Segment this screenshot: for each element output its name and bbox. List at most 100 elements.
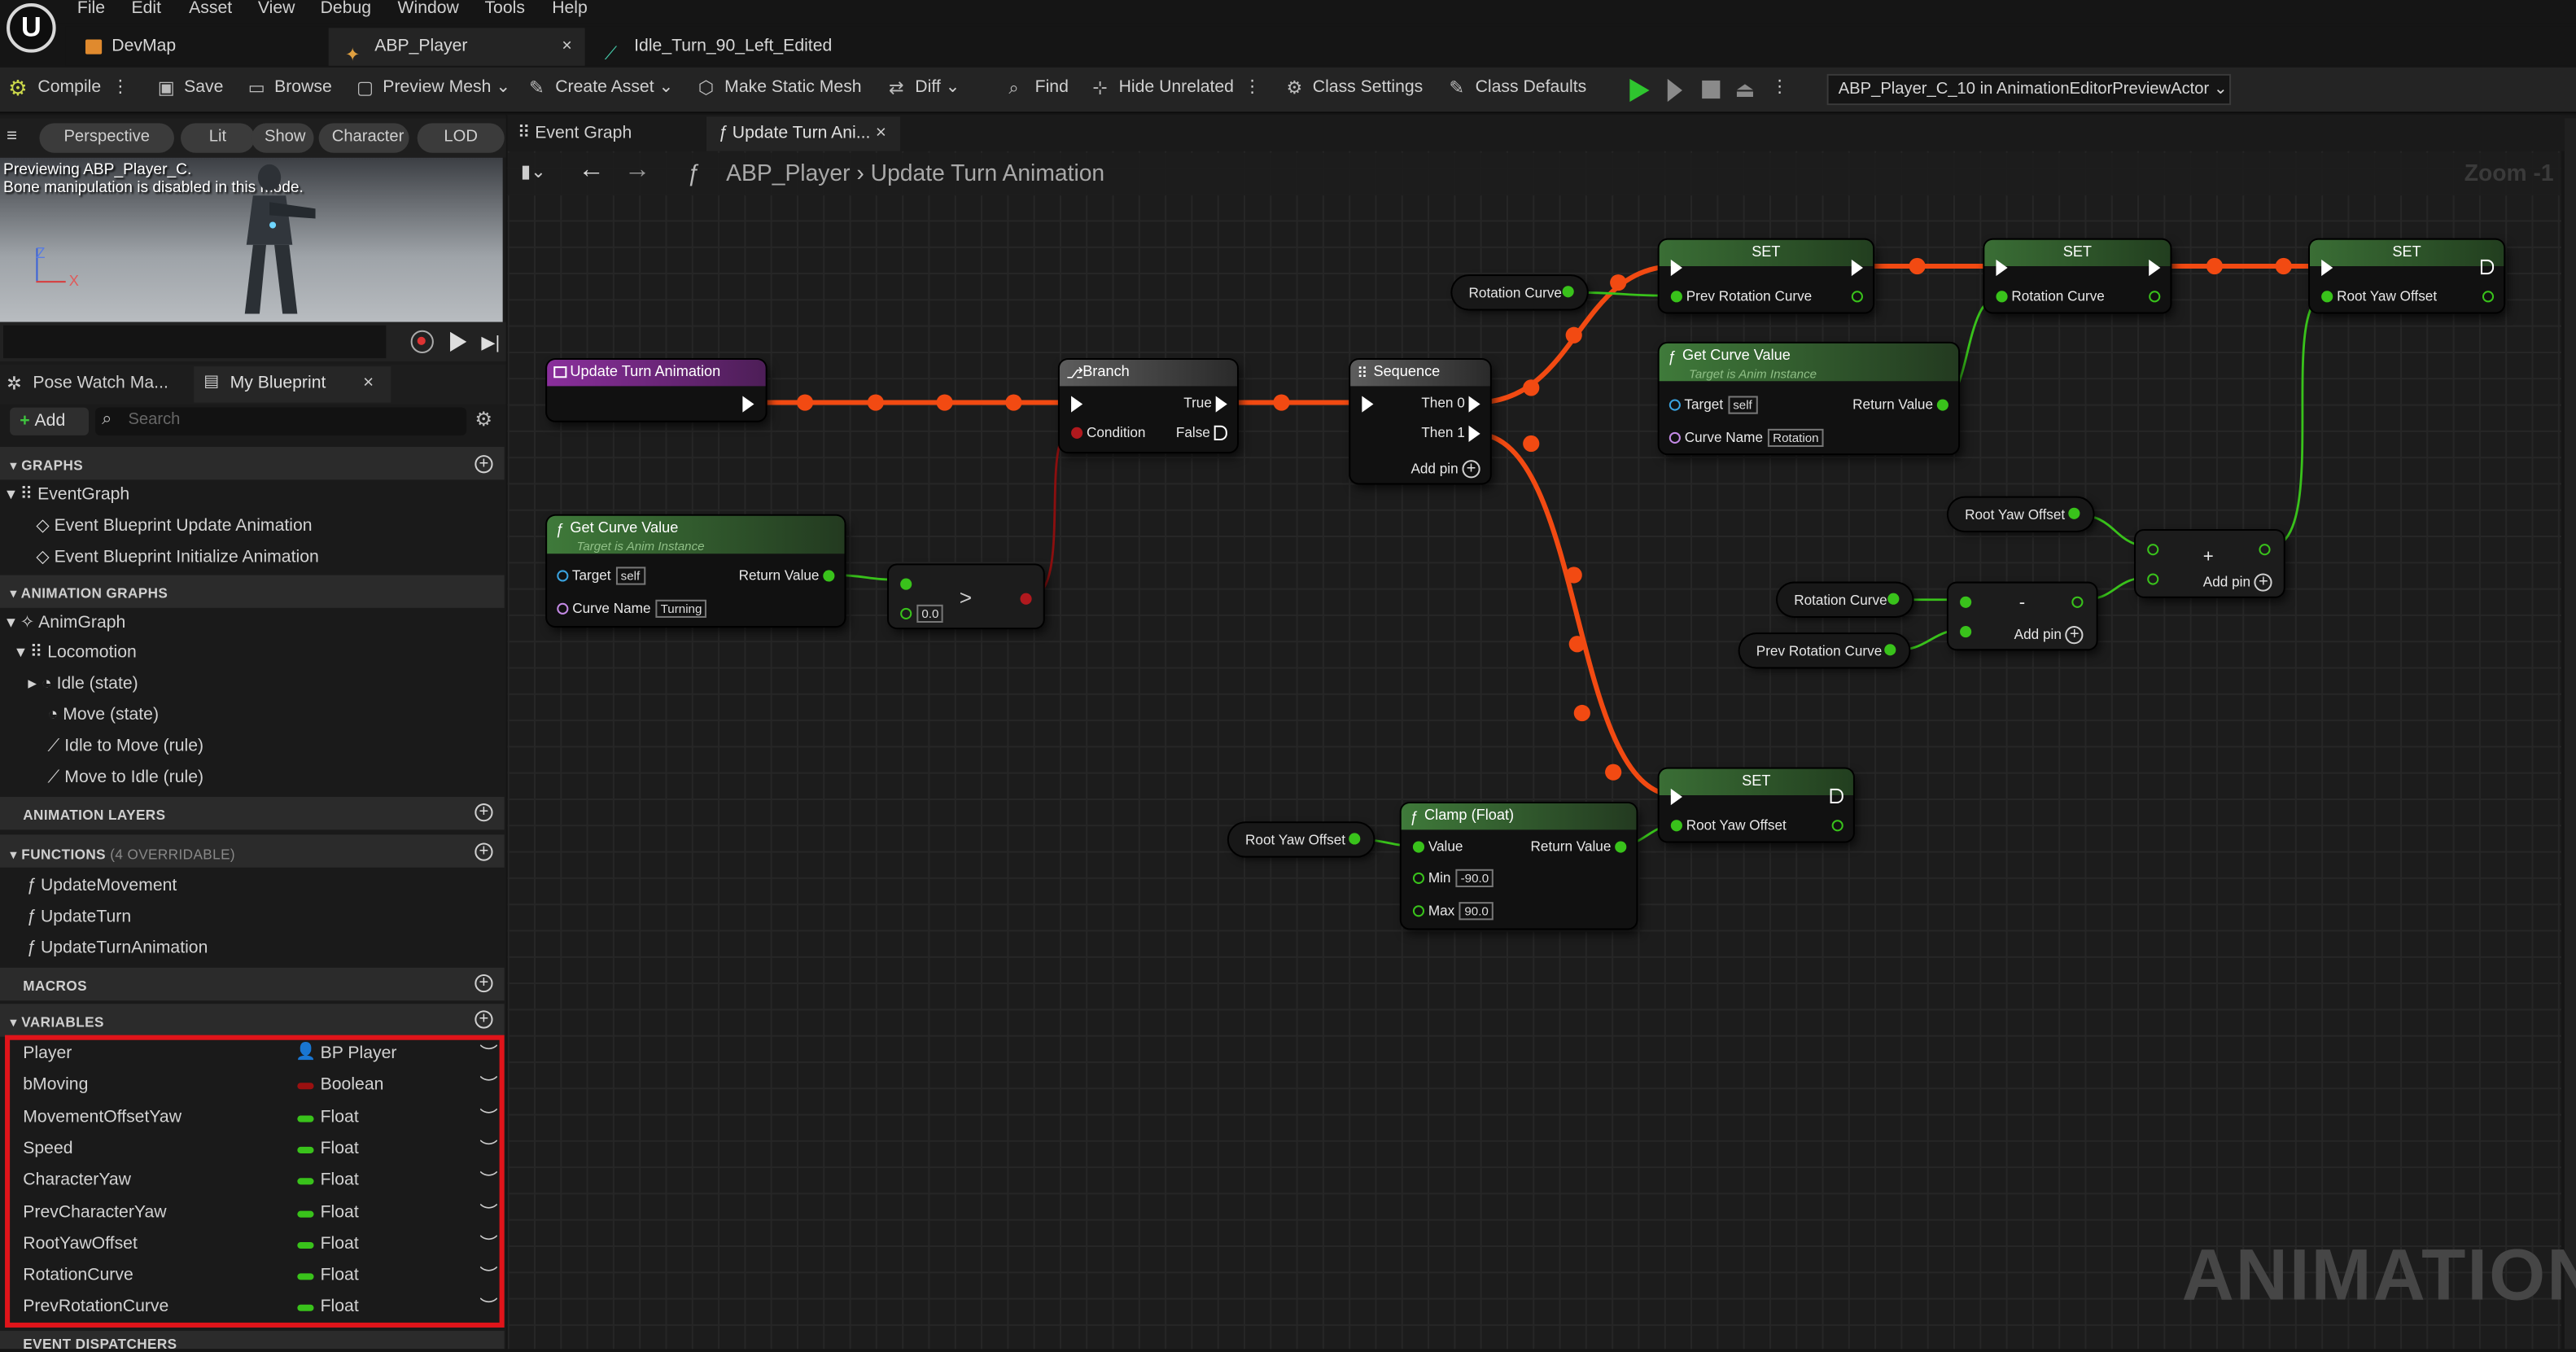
compare-out-pin[interactable] bbox=[1020, 590, 1032, 606]
sequence-icon: ⠿ bbox=[1357, 365, 1368, 382]
set-exec-out-pin[interactable] bbox=[2149, 258, 2161, 276]
node-subtract[interactable]: - Add pin + bbox=[1948, 583, 2097, 650]
clamp-value-label: Value bbox=[1428, 838, 1463, 855]
return-value-pin[interactable]: Return Value bbox=[739, 567, 835, 584]
set-out-pin[interactable] bbox=[2482, 287, 2495, 304]
clamp-min-field[interactable]: -90.0 bbox=[1455, 869, 1494, 887]
clamp-min-pin[interactable]: Min -90.0 bbox=[1412, 869, 1494, 887]
add-b-pin[interactable] bbox=[2147, 570, 2159, 586]
sequence-add-pin-button[interactable]: Add pin + bbox=[1410, 460, 1480, 479]
set-exec-in-pin[interactable] bbox=[1670, 258, 1682, 276]
node-set-root-yaw-offset[interactable]: SET Root Yaw Offset bbox=[2310, 239, 2504, 313]
set-value-pin[interactable]: Root Yaw Offset bbox=[2321, 287, 2437, 304]
entry-exec-out-pin[interactable] bbox=[742, 394, 754, 413]
compare-a-pin[interactable] bbox=[900, 575, 912, 591]
getter-prev-rotation-curve[interactable]: Prev Rotation Curve bbox=[1739, 634, 1909, 667]
clamp-max-field[interactable]: 90.0 bbox=[1459, 902, 1494, 921]
set-var-label: Root Yaw Offset bbox=[2337, 287, 2438, 304]
target-pin[interactable]: Target self bbox=[557, 567, 645, 585]
compare-b-pin[interactable]: 0.0 bbox=[900, 604, 944, 623]
branch-exec-in-pin[interactable] bbox=[1071, 394, 1083, 413]
getter-label: Root Yaw Offset bbox=[1245, 831, 1346, 848]
add-pin-label: Add pin bbox=[2202, 573, 2251, 590]
node-add[interactable]: + Add pin + bbox=[2136, 530, 2284, 597]
get-curve-header: ƒ Get Curve Value Target is Anim Instance bbox=[1659, 343, 1959, 382]
branch-false-pin[interactable]: False bbox=[1176, 424, 1227, 441]
curve-name-pin[interactable]: Curve Name Rotation bbox=[1668, 428, 1824, 448]
set-exec-in-pin[interactable] bbox=[2321, 258, 2333, 276]
set-exec-out-pin[interactable] bbox=[2480, 258, 2495, 275]
clamp-max-label: Max bbox=[1428, 902, 1455, 919]
subtract-add-pin-button[interactable]: Add pin + bbox=[2014, 626, 2084, 645]
sequence-then0-pin[interactable]: Then 0 bbox=[1421, 394, 1480, 413]
branch-condition-label: Condition bbox=[1086, 423, 1146, 440]
add-pin-label: Add pin bbox=[1410, 460, 1459, 477]
curve-name-label: Curve Name bbox=[1684, 428, 1764, 446]
subtract-a-pin[interactable] bbox=[1960, 593, 1972, 610]
set-out-pin[interactable] bbox=[2149, 287, 2161, 304]
branch-header: ⎇ Branch bbox=[1059, 360, 1237, 387]
add-pin-label: Add pin bbox=[2014, 626, 2062, 643]
target-self-field[interactable]: self bbox=[615, 567, 645, 585]
return-value-label: Return Value bbox=[1530, 838, 1612, 855]
set-exec-out-pin[interactable] bbox=[1851, 258, 1863, 276]
branch-true-label: True bbox=[1183, 394, 1212, 411]
branch-true-pin[interactable]: True bbox=[1183, 394, 1227, 413]
add-pin-icon: + bbox=[2065, 626, 2084, 645]
sequence-exec-in-pin[interactable] bbox=[1362, 394, 1374, 413]
node-greater-than[interactable]: 0.0 > bbox=[889, 565, 1043, 628]
set-title: SET bbox=[1659, 239, 1874, 266]
set-var-label: Prev Rotation Curve bbox=[1686, 287, 1813, 304]
set-exec-out-pin[interactable] bbox=[1830, 787, 1843, 804]
set-value-pin[interactable]: Prev Rotation Curve bbox=[1670, 287, 1813, 304]
get-curve-subtitle: Target is Anim Instance bbox=[1689, 366, 1817, 382]
clamp-value-pin[interactable]: Value bbox=[1412, 838, 1463, 855]
branch-condition-pin[interactable]: Condition bbox=[1071, 424, 1145, 440]
add-add-pin-button[interactable]: Add pin + bbox=[2202, 573, 2273, 593]
node-sequence[interactable]: ⠿ Sequence Then 0 Then 1 Add pin + bbox=[1350, 360, 1490, 483]
node-get-curve-turning[interactable]: ƒ Get Curve Value Target is Anim Instance … bbox=[547, 515, 845, 627]
return-value-pin[interactable]: Return Value bbox=[1852, 396, 1948, 413]
sequence-then1-pin[interactable]: Then 1 bbox=[1421, 424, 1480, 442]
subtract-out-pin[interactable] bbox=[2071, 593, 2084, 610]
subtract-operator: - bbox=[2018, 593, 2026, 613]
curve-name-pin[interactable]: Curve Name Turning bbox=[557, 599, 707, 618]
target-label: Target bbox=[571, 567, 611, 584]
set-exec-in-pin[interactable] bbox=[1996, 258, 2008, 276]
get-curve-title: Get Curve Value bbox=[1682, 346, 1791, 364]
set-value-pin[interactable]: Root Yaw Offset bbox=[1670, 816, 1787, 834]
subtract-b-pin[interactable] bbox=[1960, 623, 1972, 639]
node-function-entry[interactable]: Update Turn Animation bbox=[547, 360, 766, 421]
getter-rotation-curve[interactable]: Rotation Curve bbox=[1452, 276, 1587, 309]
set-exec-in-pin[interactable] bbox=[1670, 787, 1682, 805]
add-a-pin[interactable] bbox=[2147, 540, 2159, 557]
set-value-pin[interactable]: Rotation Curve bbox=[1996, 287, 2105, 304]
node-get-curve-rotation[interactable]: ƒ Get Curve Value Target is Anim Instance … bbox=[1659, 343, 1959, 454]
node-clamp-float[interactable]: ƒ Clamp (Float) Value Return Value Min -90… bbox=[1401, 803, 1637, 929]
clamp-max-pin[interactable]: Max 90.0 bbox=[1412, 902, 1494, 921]
curve-name-turning-field[interactable]: Turning bbox=[655, 599, 707, 618]
set-title: SET bbox=[2310, 239, 2504, 266]
clamp-title: Clamp (Float) bbox=[1424, 807, 1515, 824]
node-set-rotation-curve[interactable]: SET Rotation Curve bbox=[1984, 239, 2171, 313]
set-var-label: Root Yaw Offset bbox=[1686, 816, 1787, 834]
node-branch[interactable]: ⎇ Branch True Condition False bbox=[1059, 360, 1237, 453]
branch-false-label: False bbox=[1175, 423, 1210, 440]
set-out-pin[interactable] bbox=[1851, 287, 1863, 304]
branch-title: Branch bbox=[1082, 363, 1130, 380]
add-pin-icon: + bbox=[2254, 573, 2273, 593]
data-wire-add-set3 bbox=[2268, 294, 2327, 549]
add-out-pin[interactable] bbox=[2259, 540, 2271, 557]
getter-rotation-curve[interactable]: Rotation Curve bbox=[1778, 583, 1913, 616]
getter-root-yaw-offset[interactable]: Root Yaw Offset bbox=[1948, 497, 2093, 531]
compare-value-field[interactable]: 0.0 bbox=[916, 604, 944, 623]
curve-name-rotation-field[interactable]: Rotation bbox=[1768, 428, 1824, 448]
getter-root-yaw-offset[interactable]: Root Yaw Offset bbox=[1228, 823, 1374, 856]
target-self-field[interactable]: self bbox=[1728, 396, 1757, 414]
node-set-root-yaw-clamped[interactable]: SET Root Yaw Offset bbox=[1659, 768, 1853, 842]
set-out-pin[interactable] bbox=[1831, 816, 1843, 833]
sequence-title: Sequence bbox=[1373, 363, 1441, 380]
clamp-return-pin[interactable]: Return Value bbox=[1530, 838, 1627, 855]
target-pin[interactable]: Target self bbox=[1668, 396, 1757, 414]
node-set-prev-rotation-curve[interactable]: SET Prev Rotation Curve bbox=[1659, 239, 1874, 313]
